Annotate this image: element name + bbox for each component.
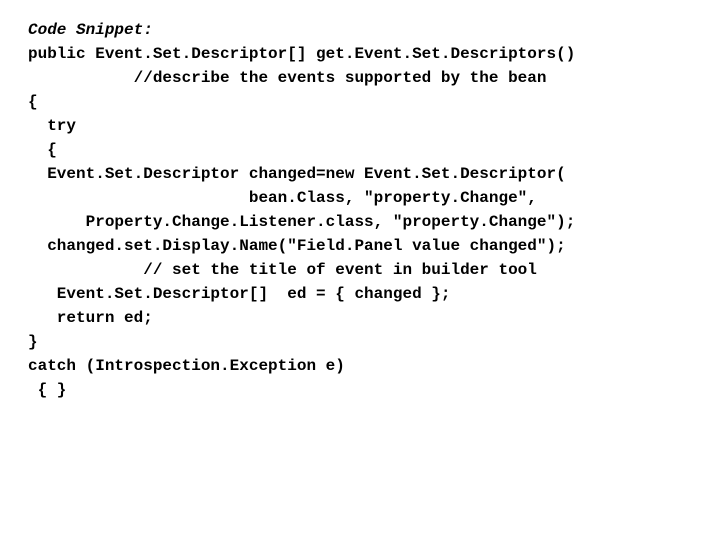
- code-line: }: [28, 330, 692, 354]
- code-line: // set the title of event in builder too…: [28, 258, 692, 282]
- code-line: {: [28, 138, 692, 162]
- code-snippet-block: Code Snippet: public Event.Set.Descripto…: [0, 0, 720, 420]
- code-line: return ed;: [28, 306, 692, 330]
- code-line: {: [28, 90, 692, 114]
- code-line: public Event.Set.Descriptor[] get.Event.…: [28, 42, 692, 66]
- code-line: Property.Change.Listener.class, "propert…: [28, 210, 692, 234]
- code-line: catch (Introspection.Exception e): [28, 354, 692, 378]
- code-line: Event.Set.Descriptor changed=new Event.S…: [28, 162, 692, 186]
- code-line: changed.set.Display.Name("Field.Panel va…: [28, 234, 692, 258]
- code-line: bean.Class, "property.Change",: [28, 186, 692, 210]
- code-heading: Code Snippet:: [28, 18, 692, 42]
- code-line: //describe the events supported by the b…: [28, 66, 692, 90]
- code-line: { }: [28, 378, 692, 402]
- code-line: try: [28, 114, 692, 138]
- code-line: Event.Set.Descriptor[] ed = { changed };: [28, 282, 692, 306]
